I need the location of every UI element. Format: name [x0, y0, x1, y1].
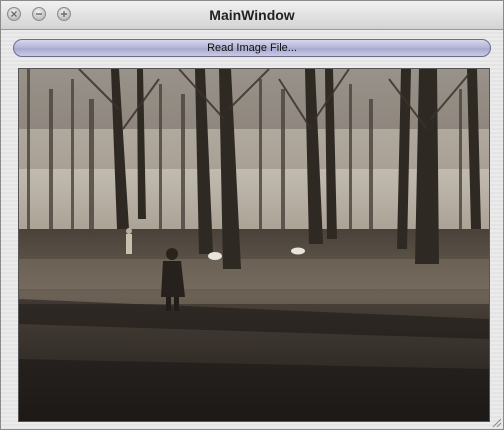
window-content: Read Image File... — [1, 30, 503, 429]
child-far — [126, 228, 132, 254]
read-image-file-button[interactable]: Read Image File... — [13, 39, 491, 57]
window-title: MainWindow — [209, 7, 295, 23]
forest-photo — [19, 69, 489, 421]
image-display — [18, 68, 490, 422]
title-bar[interactable]: MainWindow — [1, 1, 503, 30]
dog-right — [291, 247, 305, 255]
main-window: MainWindow Read Image File... — [0, 0, 504, 430]
resize-grip-icon[interactable] — [490, 416, 502, 428]
dog-left — [208, 252, 222, 260]
